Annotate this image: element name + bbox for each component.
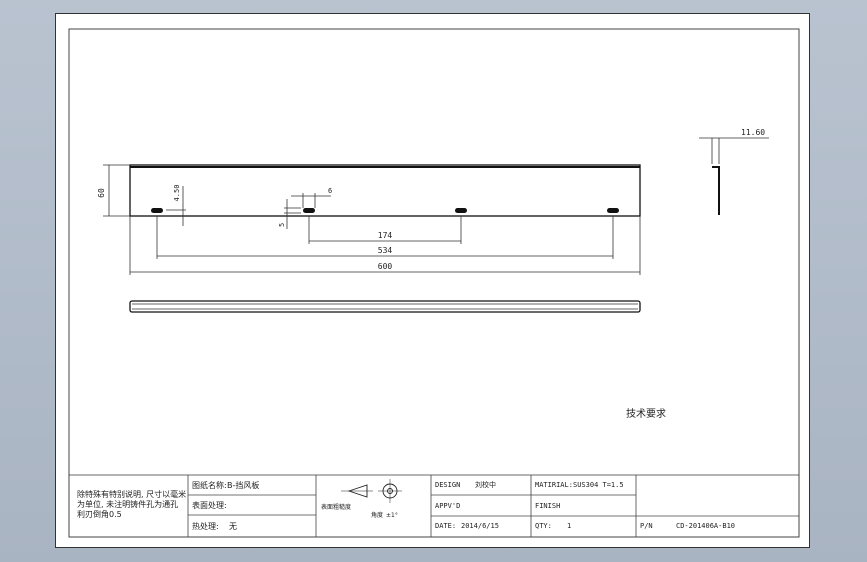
tolerance-value: ±1°: [386, 512, 398, 519]
dim-side-flange-label: 11.60: [741, 128, 765, 137]
part-name-value: B-挡风板: [227, 480, 259, 490]
qty-label: QTY:: [535, 522, 552, 530]
slot-1: [151, 208, 163, 213]
projection-symbol: [341, 479, 402, 503]
design-value: 刘校中: [475, 480, 496, 489]
dim-hole-width-label: 6: [328, 187, 332, 195]
heat-treatment-value: 无: [229, 522, 237, 531]
notes-line-2: 为单位, 未注明铸件孔为通孔: [77, 499, 178, 509]
roughness-label: 表面粗糙度: [321, 503, 351, 511]
slot-2: [303, 208, 315, 213]
date-label: DATE:: [435, 522, 456, 530]
plate-outline: [129, 164, 641, 217]
dim-hole-offset-label: 4.50: [173, 185, 181, 202]
part-name-label: 图纸名称:: [192, 480, 227, 490]
top-view: [129, 300, 641, 313]
slot-3: [455, 208, 467, 213]
side-view: [699, 137, 769, 215]
front-view: [129, 164, 641, 217]
notes-line-1: 除特殊有特别说明, 尺寸以毫米: [77, 489, 186, 499]
inner-frame: [68, 28, 800, 538]
tolerance-label: 角度: [371, 511, 383, 519]
pn-value: CD-201406A-B10: [676, 522, 735, 530]
surface-label: 表面处理:: [192, 500, 227, 510]
drawing-sheet: 60 4.50 6 5 174 534 600 11.60 技术要求 除特殊有特…: [55, 13, 810, 548]
dim-hole-height-label: 5: [278, 223, 286, 227]
notes-line-3: 利刃倒角0.5: [77, 509, 122, 519]
dim-height-label: 60: [97, 188, 106, 198]
qty-value: 1: [567, 522, 571, 530]
dim-height: [103, 164, 130, 217]
pn-label: P/N: [640, 522, 653, 530]
approved-label: APPV'D: [435, 502, 460, 510]
material-label: MATIRIAL:: [535, 481, 573, 489]
design-label: DESIGN: [435, 481, 460, 489]
heat-treatment-label: 热处理:: [192, 521, 219, 531]
slot-4: [607, 208, 619, 213]
dim-length-label: 600: [378, 262, 393, 271]
technical-requirements: 技术要求: [626, 407, 666, 420]
material-value: SUS304 T=1.5: [573, 481, 624, 489]
date-value: 2014/6/15: [461, 522, 499, 530]
cad-drawing: 60 4.50 6 5 174 534 600 11.60 技术要求 除特殊有特…: [68, 28, 800, 538]
dim-hole-height: [284, 199, 301, 229]
finish-label: FINISH: [535, 502, 560, 510]
dim-pitch-2-label: 534: [378, 246, 393, 255]
dim-pitch-1-label: 174: [378, 231, 393, 240]
dim-hole-width: [291, 193, 331, 208]
